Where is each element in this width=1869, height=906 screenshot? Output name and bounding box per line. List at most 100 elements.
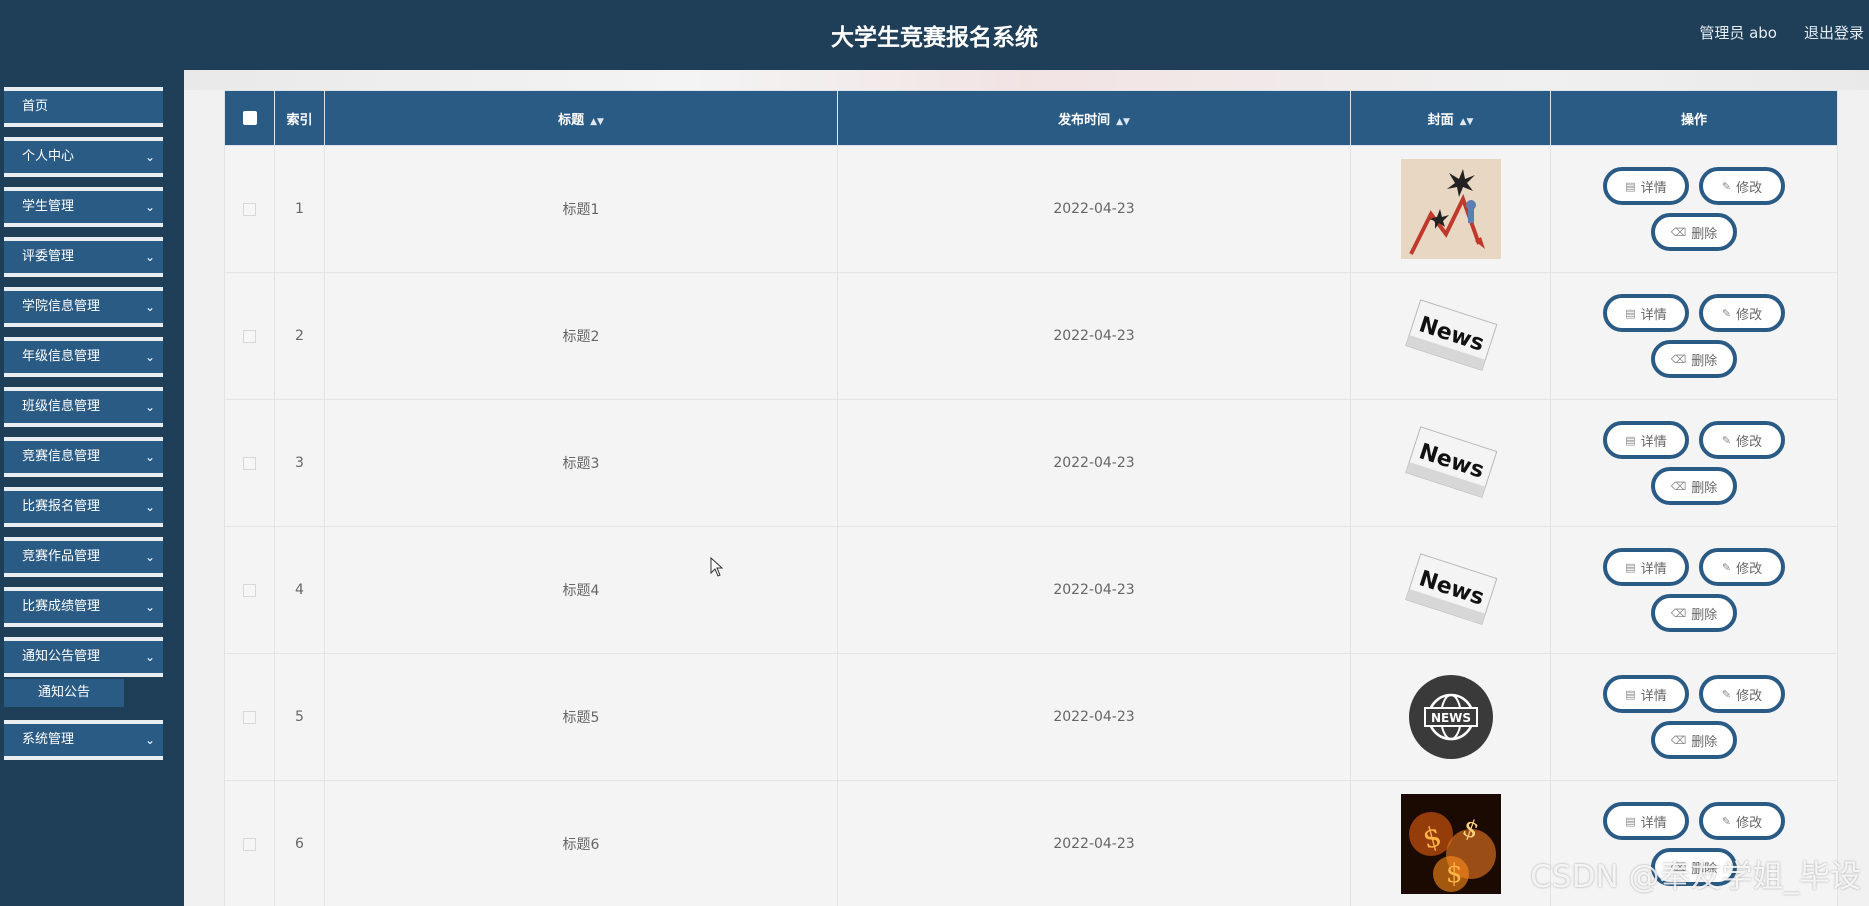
row-checkbox[interactable] [243,202,256,216]
select-all-checkbox[interactable] [242,111,257,125]
sidebar-item-personal-center[interactable]: 个人中心 ⌄ [4,137,163,177]
fire-money-cover-icon: $ $ $ [1400,794,1501,894]
edit-button[interactable]: ✎ 修改 [1699,421,1785,459]
index-cell: 1 [274,145,325,273]
top-bar: 大学生竞赛报名系统 管理员 abo 退出登录 [0,0,1869,70]
button-label: 删除 [1691,353,1718,369]
chevron-down-icon: ⌄ [144,150,155,164]
row-checkbox[interactable] [243,583,256,597]
row-select-cell[interactable] [224,145,275,273]
detail-button[interactable]: ▤ 详情 [1603,548,1689,586]
trash-icon: ⌫ [1670,225,1687,239]
sidebar-item-registrations[interactable]: 比赛报名管理 ⌄ [4,487,163,527]
edit-button[interactable]: ✎ 修改 [1699,167,1785,205]
banner-strip [184,70,1869,90]
sidebar-item-colleges[interactable]: 学院信息管理 ⌄ [4,287,163,327]
delete-button[interactable]: ⌫ 删除 [1651,467,1737,505]
chevron-down-icon: ⌄ [144,733,155,747]
delete-button[interactable]: ⌫ 删除 [1651,594,1737,632]
edit-button[interactable]: ✎ 修改 [1699,294,1785,332]
main-content: 索引 标题 ▲▼ 发布时间 ▲▼ 封面 ▲▼ 操作 1 标题1 2022-04-23 [184,70,1869,906]
detail-button[interactable]: ▤ 详情 [1603,294,1689,332]
sidebar-item-label: 比赛成绩管理 [22,599,101,614]
logout-link[interactable]: 退出登录 [1804,22,1864,43]
detail-button[interactable]: ▤ 详情 [1603,675,1689,713]
row-checkbox[interactable] [243,456,256,470]
sidebar-item-grades[interactable]: 年级信息管理 ⌄ [4,337,163,377]
delete-button[interactable]: ⌫ 删除 [1651,213,1737,251]
sidebar: 首页 个人中心 ⌄ 学生管理 ⌄ 评委管理 ⌄ 学院信息管理 ⌄ 年级信息管理 … [0,70,184,906]
row-checkbox[interactable] [243,710,256,724]
row-select-cell[interactable] [224,272,275,400]
row-select-cell[interactable] [224,653,275,781]
sidebar-item-home[interactable]: 首页 [4,87,163,127]
sidebar-item-classes[interactable]: 班级信息管理 ⌄ [4,387,163,427]
chart-cover-icon [1400,159,1501,259]
sort-icon[interactable]: ▲▼ [1460,117,1474,127]
sidebar-item-notices[interactable]: 通知公告管理 ⌄ [4,637,163,677]
edit-button[interactable]: ✎ 修改 [1699,802,1785,840]
button-label: 修改 [1736,434,1763,450]
detail-button[interactable]: ▤ 详情 [1603,802,1689,840]
cover-news-label: NEWS [1430,711,1470,725]
sidebar-item-label: 学院信息管理 [22,299,101,314]
document-icon: ▤ [1625,560,1636,574]
row-checkbox[interactable] [243,329,256,343]
button-label: 删除 [1691,226,1718,242]
table-row: 5 标题5 2022-04-23 NEWS ▤ 详情 ✎ 修改 ⌫ 删除 [224,653,1838,781]
document-icon: ▤ [1625,179,1636,193]
document-icon: ▤ [1625,687,1636,701]
sort-icon[interactable]: ▲▼ [1116,117,1130,127]
newspaper-cover-icon: News [1404,299,1497,371]
button-label: 详情 [1640,815,1667,831]
edit-button[interactable]: ✎ 修改 [1699,548,1785,586]
svg-text:$: $ [1446,859,1463,889]
sidebar-item-label: 年级信息管理 [22,349,101,364]
button-label: 详情 [1640,307,1667,323]
trash-icon: ⌫ [1670,733,1687,747]
index-cell: 4 [274,526,325,654]
column-header-title[interactable]: 标题 ▲▼ [324,90,838,146]
sidebar-item-scores[interactable]: 比赛成绩管理 ⌄ [4,587,163,627]
pencil-icon: ✎ [1721,560,1732,574]
detail-button[interactable]: ▤ 详情 [1603,421,1689,459]
sidebar-item-system[interactable]: 系统管理 ⌄ [4,720,163,760]
sidebar-item-works[interactable]: 竞赛作品管理 ⌄ [4,537,163,577]
chevron-down-icon: ⌄ [144,450,155,464]
edit-button[interactable]: ✎ 修改 [1699,675,1785,713]
date-cell: 2022-04-23 [837,272,1351,400]
detail-button[interactable]: ▤ 详情 [1603,167,1689,205]
newspaper-cover-icon: News [1404,426,1497,498]
row-select-cell[interactable] [224,780,275,906]
select-all-header[interactable] [224,90,275,146]
sidebar-subitem-notice[interactable]: 通知公告 [4,679,124,707]
pencil-icon: ✎ [1721,687,1732,701]
button-label: 删除 [1691,480,1718,496]
sidebar-item-students[interactable]: 学生管理 ⌄ [4,187,163,227]
row-checkbox[interactable] [243,837,256,851]
sidebar-item-competitions[interactable]: 竞赛信息管理 ⌄ [4,437,163,477]
button-label: 修改 [1736,307,1763,323]
document-icon: ▤ [1625,814,1636,828]
sort-icon[interactable]: ▲▼ [590,117,604,127]
pencil-icon: ✎ [1721,433,1732,447]
column-header-cover[interactable]: 封面 ▲▼ [1350,90,1551,146]
date-cell: 2022-04-23 [837,653,1351,781]
row-select-cell[interactable] [224,526,275,654]
trash-icon: ⌫ [1670,352,1687,366]
delete-button[interactable]: ⌫ 删除 [1651,721,1737,759]
ops-cell: ▤ 详情 ✎ 修改 ⌫ 删除 [1550,526,1838,654]
index-cell: 2 [274,272,325,400]
row-select-cell[interactable] [224,399,275,527]
globe-news-cover-icon: NEWS [1408,675,1493,759]
button-label: 详情 [1640,561,1667,577]
ops-cell: ▤ 详情 ✎ 修改 ⌫ 删除 [1550,145,1838,273]
chevron-down-icon: ⌄ [144,500,155,514]
sidebar-item-label: 首页 [22,99,49,114]
index-cell: 3 [274,399,325,527]
sidebar-item-judges[interactable]: 评委管理 ⌄ [4,237,163,277]
document-icon: ▤ [1625,306,1636,320]
table-row: 2 标题2 2022-04-23 News ▤ 详情 ✎ 修改 ⌫ 删除 [224,272,1838,400]
column-header-date[interactable]: 发布时间 ▲▼ [837,90,1351,146]
delete-button[interactable]: ⌫ 删除 [1651,340,1737,378]
